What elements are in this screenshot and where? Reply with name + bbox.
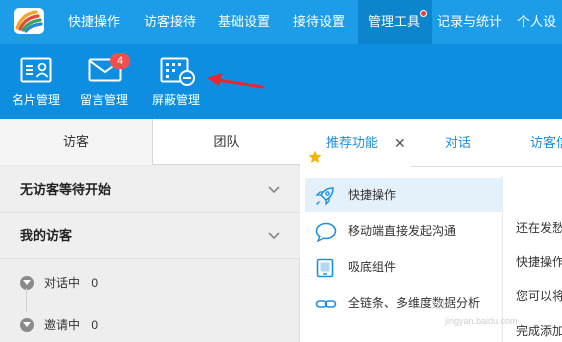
group-label: 对话中 (44, 276, 81, 290)
collapse-toggle-icon (20, 276, 34, 290)
menu-item-label: 快捷操作 (348, 188, 397, 202)
menu-item-bottom-widget[interactable]: 吸底组件 (305, 250, 503, 284)
menu-item-mobile-chat[interactable]: 移动端直接发起沟通 (305, 214, 503, 248)
tab-visitors[interactable]: 访客 (0, 119, 152, 165)
nav-reception-settings[interactable]: 接待设置 (293, 0, 345, 44)
group-count: 0 (91, 318, 99, 332)
block-list-icon (160, 57, 196, 90)
nav-visitor-reception[interactable]: 访客接待 (144, 0, 196, 44)
tab-team[interactable]: 团队 (152, 119, 300, 165)
tab-visitor-info[interactable]: 访客信 (530, 119, 562, 167)
my-visitors-label: 我的访客 (20, 228, 73, 243)
card-management-button[interactable]: 名片管理 (10, 44, 66, 119)
nav-basic-settings[interactable]: 基础设置 (218, 0, 270, 44)
menu-item-data-analysis[interactable]: 全链条、多维度数据分析 (305, 286, 503, 320)
menu-item-label: 全链条、多维度数据分析 (348, 296, 481, 310)
card-management-label: 名片管理 (12, 93, 61, 107)
collapse-toggle-icon (20, 318, 34, 332)
message-management-label: 留言管理 (80, 93, 129, 107)
red-arrow-icon (207, 73, 264, 89)
description-line: 完成添加 (516, 324, 562, 338)
link-icon (315, 293, 337, 327)
id-card-icon (20, 57, 52, 86)
nav-quick-actions[interactable]: 快捷操作 (68, 0, 120, 44)
chevron-down-icon (268, 167, 280, 213)
nav-records-stats[interactable]: 记录与统计 (437, 0, 502, 44)
menu-item-label: 移动端直接发起沟通 (348, 224, 457, 238)
close-tab-icon[interactable]: ✕ (394, 119, 406, 167)
message-management-button[interactable]: 留言管理 (78, 44, 138, 119)
block-management-button[interactable]: 屏蔽管理 (148, 44, 206, 119)
tab-recommended[interactable]: 推荐功能 ✕ (301, 119, 411, 167)
management-toolbar: 名片管理 留言管理 4 屏蔽管理 (0, 44, 562, 119)
watermark-url: jingyan.baidu.com (445, 316, 518, 326)
visitor-panel: 访客 团队 无访客等待开始 我的访客 对话中 0 邀请中 0 (0, 119, 300, 342)
menu-item-label: 吸底组件 (348, 260, 397, 274)
waiting-section-label: 无访客等待开始 (20, 182, 112, 197)
group-label: 邀请中 (44, 318, 81, 332)
tree-connector-line (26, 288, 27, 312)
block-management-label: 屏蔽管理 (152, 93, 201, 107)
chevron-down-icon (268, 213, 280, 259)
app-logo[interactable] (14, 8, 44, 34)
nav-management-tools[interactable]: 管理工具 (358, 0, 432, 44)
tab-recommended-label: 推荐功能 (326, 135, 379, 150)
notification-dot (420, 10, 427, 17)
description-line: 还在发愁 (516, 221, 562, 235)
my-visitors-section-header[interactable]: 我的访客 (0, 213, 300, 259)
group-count: 0 (91, 276, 99, 290)
group-inviting[interactable]: 邀请中 0 (0, 311, 300, 339)
description-line: 快捷操作 (516, 255, 562, 269)
nav-personal-settings[interactable]: 个人设 (517, 0, 556, 44)
workspace-tabs: 推荐功能 ✕ 对话 访客信 (301, 119, 562, 167)
tab-conversation[interactable]: 对话 (445, 119, 471, 167)
top-nav-bar: 快捷操作 访客接待 基础设置 接待设置 管理工具 记录与统计 个人设 (0, 0, 562, 44)
menu-item-quick-actions[interactable]: 快捷操作 (305, 178, 503, 212)
watermark: 经验 (432, 300, 452, 311)
unread-count-badge: 4 (110, 53, 130, 69)
waiting-section-header[interactable]: 无访客等待开始 (0, 167, 300, 213)
nav-management-tools-label: 管理工具 (368, 14, 421, 29)
group-in-conversation[interactable]: 对话中 0 (0, 269, 300, 297)
description-line: 您可以将 (516, 289, 562, 303)
